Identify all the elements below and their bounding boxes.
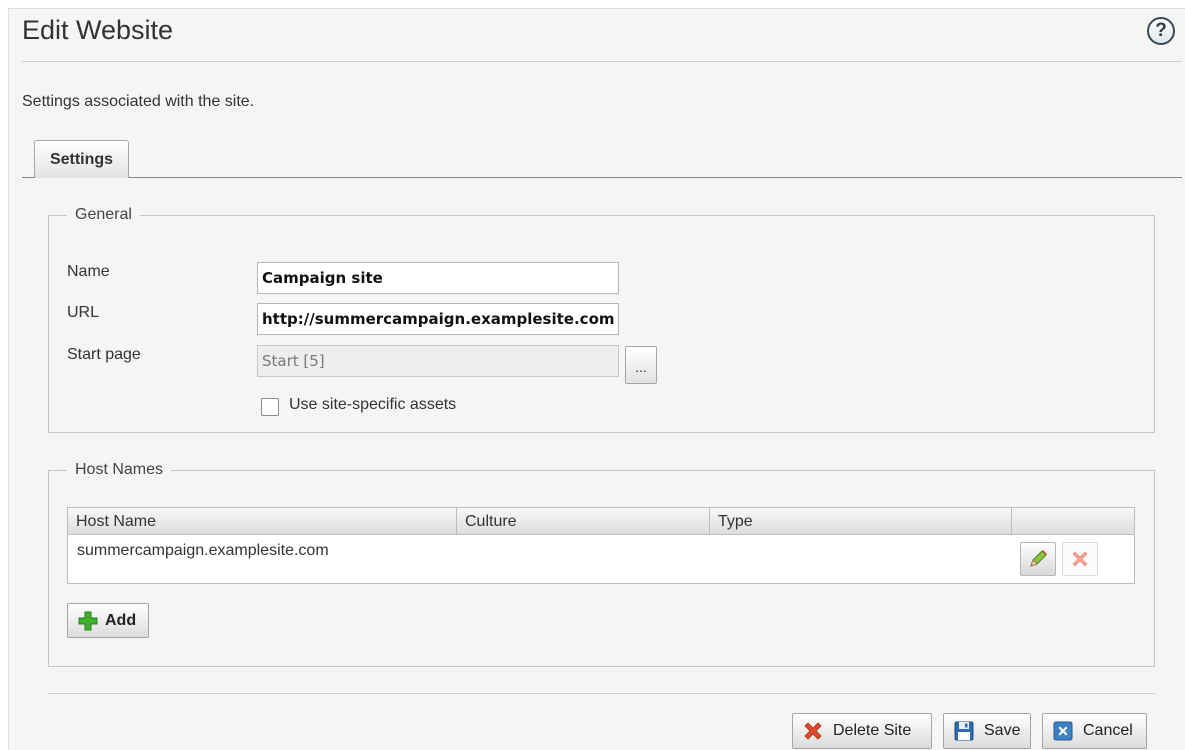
start-page-browse-button[interactable]: ... <box>625 346 657 384</box>
footer-divider <box>48 693 1155 694</box>
url-label: URL <box>67 304 100 321</box>
start-page-input: Start [5] <box>257 345 619 377</box>
delete-x-icon <box>1072 551 1088 567</box>
grid-header: Host Name Culture Type <box>68 508 1134 535</box>
save-icon <box>954 721 974 741</box>
name-label: Name <box>67 263 110 280</box>
cancel-label: Cancel <box>1083 722 1133 739</box>
add-label: Add <box>105 611 137 629</box>
delete-icon <box>804 722 822 740</box>
pencil-icon <box>1030 550 1047 567</box>
site-specific-assets-checkbox[interactable] <box>261 398 279 416</box>
cancel-icon <box>1053 721 1073 741</box>
start-page-label: Start page <box>67 346 141 363</box>
edit-host-button[interactable] <box>1020 542 1056 576</box>
url-input[interactable]: http://summercampaign.examplesite.com <box>257 303 619 335</box>
help-icon[interactable]: ? <box>1147 17 1175 45</box>
page-description: Settings associated with the site. <box>22 93 255 110</box>
column-type[interactable]: Type <box>710 508 1012 535</box>
plus-icon <box>78 611 98 630</box>
general-legend: General <box>75 206 132 223</box>
site-specific-assets-label: Use site-specific assets <box>289 396 457 413</box>
save-button[interactable]: Save <box>943 713 1031 749</box>
host-name-cell: summercampaign.examplesite.com <box>77 542 329 559</box>
delete-site-button[interactable]: Delete Site <box>792 713 932 749</box>
page-title: Edit Website <box>22 15 174 45</box>
column-host-name[interactable]: Host Name <box>68 508 457 535</box>
add-host-button[interactable]: Add <box>67 603 149 638</box>
tab-divider <box>22 177 1182 178</box>
save-label: Save <box>984 722 1021 739</box>
delete-host-button[interactable] <box>1062 542 1098 576</box>
title-divider <box>22 61 1182 62</box>
cancel-button[interactable]: Cancel <box>1042 713 1147 749</box>
column-culture[interactable]: Culture <box>457 508 710 535</box>
name-input[interactable]: Campaign site <box>257 262 619 294</box>
delete-site-label: Delete Site <box>833 722 912 739</box>
host-names-legend: Host Names <box>75 461 164 478</box>
host-names-grid: Host Name Culture Type summercampaign.ex… <box>67 507 1135 584</box>
tab-settings[interactable]: Settings <box>34 140 129 178</box>
